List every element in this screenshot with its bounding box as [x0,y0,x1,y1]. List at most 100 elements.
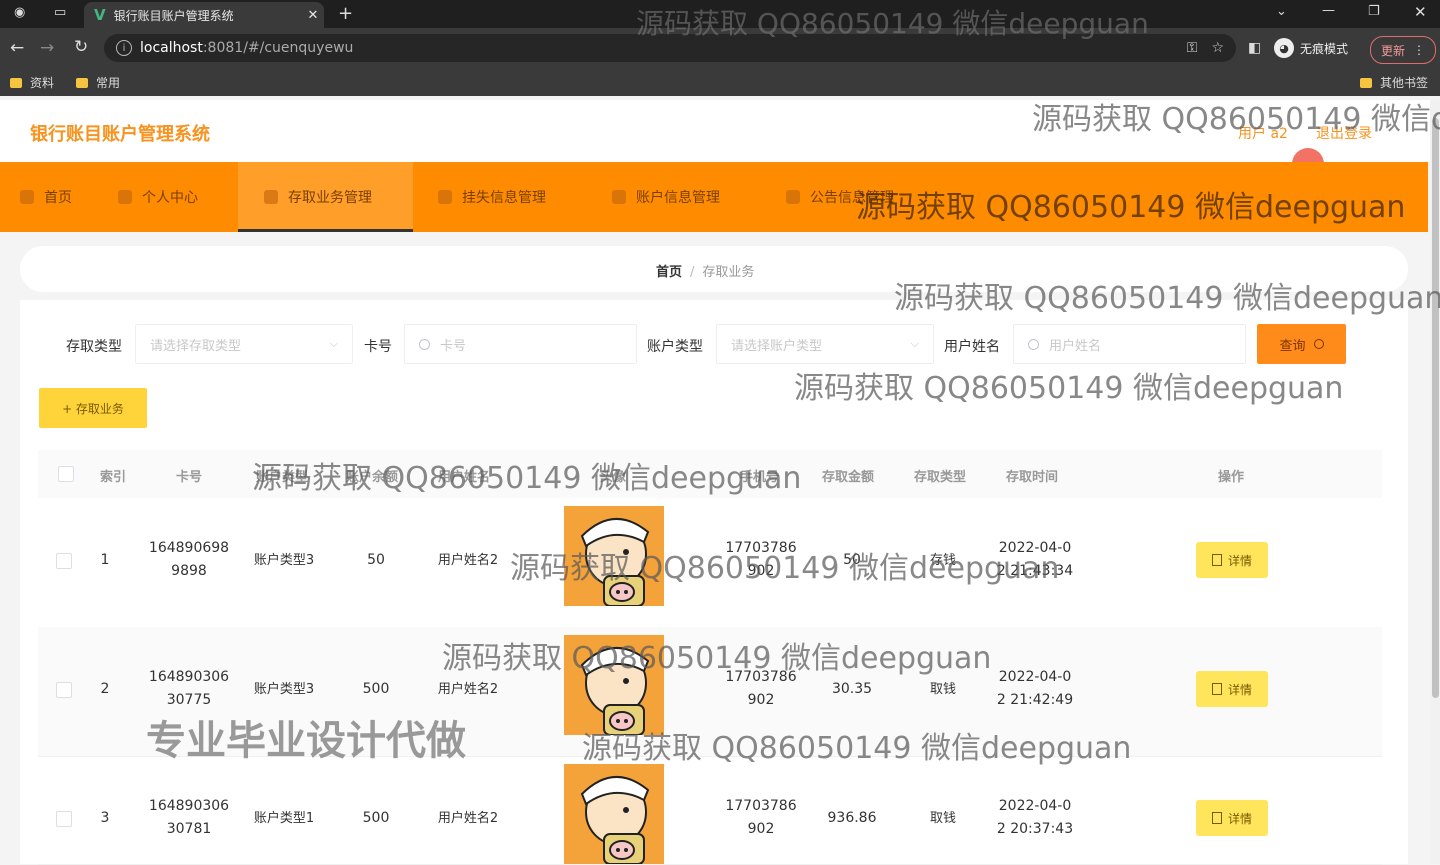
forward-icon[interactable]: → [40,38,54,58]
cell-card: 164890306 30781 [146,795,232,841]
cell-username: 用户姓名2 [437,682,499,697]
col-time: 存取时间 [1006,470,1059,485]
breadcrumb: 首页 / 存取业务 [656,265,755,280]
cell-acct-type: 账户类型3 [253,682,315,697]
cell-time-line1: 2022-04-0 [998,669,1072,685]
search-icon [1313,339,1324,349]
nav-item-home[interactable]: 首页 [20,162,72,232]
window-close-icon[interactable]: ✕ [1414,3,1427,21]
row-checkbox[interactable] [56,553,72,569]
bookmark-label: 资料 [30,76,55,90]
col-type: 存取类型 [914,470,967,485]
update-button[interactable]: 更新 ⋮ [1370,36,1436,64]
folder-icon [1360,78,1372,88]
browser-menu-icon[interactable]: ◉ [14,5,25,20]
cell-balance: 500 [362,810,390,826]
cell-acct-type: 账户类型1 [253,811,315,826]
cell-phone-line2: 902 [747,692,775,708]
scrollbar-thumb[interactable] [1432,118,1439,698]
cell-card: 164890306 30775 [146,666,232,712]
col-card: 卡号 [176,470,203,485]
nav-label: 个人中心 [142,190,198,206]
cartoon-avatar-icon [564,764,664,864]
key-icon[interactable]: ⚿ [1187,40,1198,56]
tab-overview-icon[interactable]: ▭ [54,5,66,20]
nav-item-account[interactable]: 账户信息管理 [612,162,720,232]
col-index: 索引 [100,470,127,485]
cell-index: 1 [100,552,110,568]
bookmark-folder-2[interactable]: 常用 [76,74,120,91]
cell-time-line1: 2022-04-0 [998,798,1072,814]
url-host: localhost [140,40,203,56]
detail-button[interactable]: 详情 [1196,800,1268,836]
detail-button[interactable]: 详情 [1196,542,1268,578]
card-input[interactable]: 卡号 [404,324,637,364]
incognito-label: 无痕模式 [1300,41,1349,56]
new-tab-icon[interactable]: + [338,3,353,24]
back-icon[interactable]: ← [10,38,24,58]
nav-item-profile[interactable]: 个人中心 [118,162,198,232]
cell-time-line2: 2 21:42:49 [996,692,1074,708]
reload-icon[interactable]: ↻ [74,37,88,57]
document-icon [1211,683,1222,695]
cell-time-line2: 2 20:37:43 [996,821,1074,837]
nav-label: 首页 [44,190,72,206]
bookmark-label: 其他书签 [1380,76,1429,90]
search-icon [419,338,430,350]
add-record-button[interactable]: + 存取业务 [39,388,147,428]
acct-placeholder: 请选择账户类型 [731,338,823,354]
site-info-icon[interactable]: i [116,40,132,56]
bookmark-folder-1[interactable]: 资料 [10,74,54,91]
bookmark-label: 常用 [96,76,121,90]
incognito-icon: ◕ [1274,38,1294,58]
breadcrumb-current: 存取业务 [702,265,755,280]
other-bookmarks[interactable]: 其他书签 [1360,74,1428,91]
tab-title: 银行账目账户管理系统 [113,8,234,23]
cell-phone-line1: 17703786 [725,798,797,814]
query-label: 查询 [1279,338,1306,354]
nav-label: 账户信息管理 [636,190,720,206]
cell-card-line2: 9898 [171,563,207,579]
update-label: 更新 [1380,43,1405,58]
cell-time: 2022-04-0 2 20:37:43 [992,795,1078,841]
breadcrumb-home[interactable]: 首页 [656,265,682,280]
row-checkbox[interactable] [56,682,72,698]
minimize-icon[interactable]: — [1322,3,1335,18]
tab-close-icon[interactable]: ✕ [302,8,324,23]
folder-icon [76,78,88,88]
nav-item-deposit[interactable]: 存取业务管理 [238,162,413,232]
account-type-select[interactable]: 请选择账户类型 ⌵ [716,324,934,364]
folder-icon [10,78,22,88]
cell-time: 2022-04-0 2 21:42:49 [992,666,1078,712]
restore-icon[interactable]: ❐ [1368,4,1380,19]
tab-search-icon[interactable]: ⌄ [1276,4,1287,19]
incognito-indicator[interactable]: ◕ 无痕模式 [1274,36,1362,60]
chevron-down-icon: ⌵ [910,337,919,350]
filter-name-label: 用户姓名 [944,339,1000,355]
cell-index: 3 [100,810,110,826]
vue-logo-icon: V [94,6,106,24]
menu-icon [612,190,626,204]
type-select[interactable]: 请选择存取类型 ⌵ [135,324,353,364]
filter-card-label: 卡号 [364,339,392,355]
promo-watermark: 专业毕业设计代做 [146,718,466,764]
detail-button[interactable]: 详情 [1196,671,1268,707]
cell-amount: 936.86 [827,810,877,826]
cell-type: 取钱 [929,682,956,697]
filter-acct-label: 账户类型 [647,339,703,355]
bookmark-star-icon[interactable]: ☆ [1211,40,1224,56]
watermark-text: 源码获取 QQ86050149 微信deepguan [894,281,1440,316]
cell-card-line1: 164890306 [148,669,230,685]
bookmarks-bar [0,68,1440,96]
watermark-text: 源码获取 QQ86050149 微信deepguan [442,641,992,676]
row-checkbox[interactable] [56,811,72,827]
select-all-checkbox[interactable] [58,466,74,482]
browser-tab[interactable]: V 银行账目账户管理系统 ✕ [84,2,324,28]
cell-card-line1: 164890306 [148,798,230,814]
watermark-text: 源码获取 QQ86050149 微信deepguan [636,7,1149,40]
name-input[interactable]: 用户姓名 [1013,324,1246,364]
cell-type: 取钱 [929,811,956,826]
side-panel-icon[interactable]: ◧ [1248,40,1261,56]
nav-item-loss[interactable]: 挂失信息管理 [438,162,546,232]
query-button[interactable]: 查询 [1257,324,1346,364]
